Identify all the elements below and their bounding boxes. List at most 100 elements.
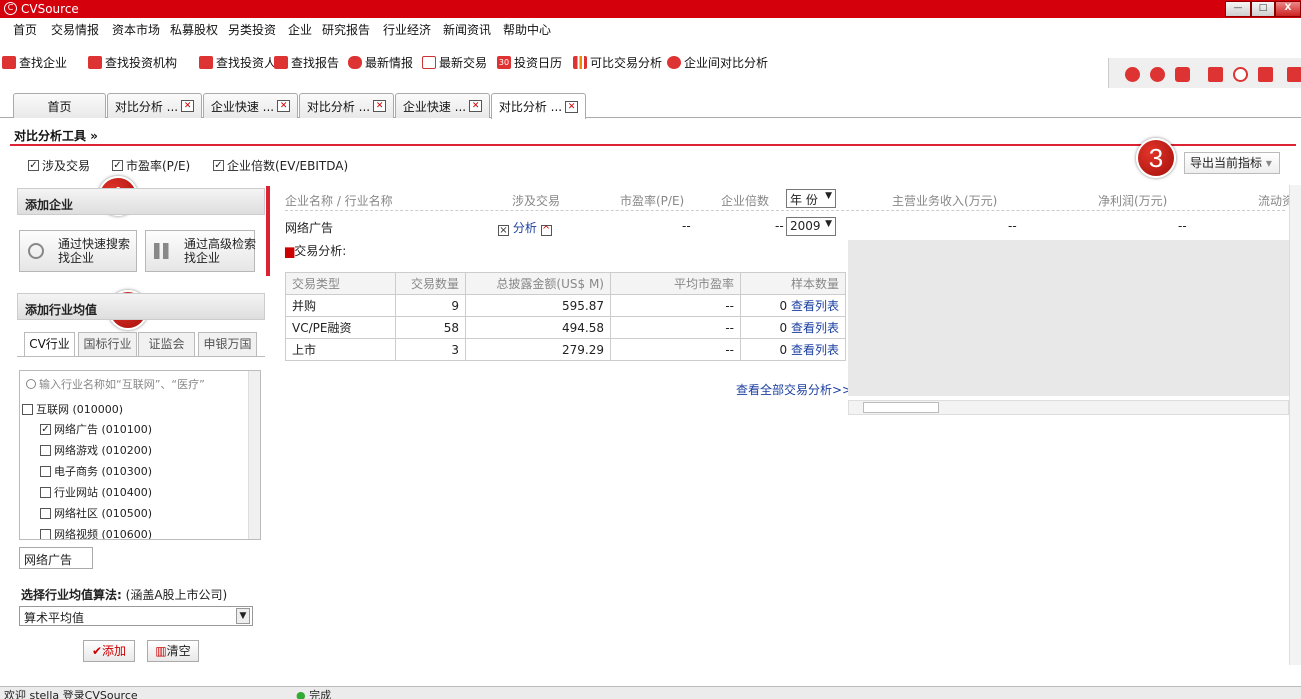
tab-quick-1[interactable]: 企业快速 ... ✕: [203, 93, 298, 118]
advanced-search-company-button[interactable]: 通过高级检索 找企业: [145, 230, 256, 272]
checkbox-checked[interactable]: ✓: [112, 160, 123, 171]
chart-line-icon: [422, 55, 436, 69]
collapse-handle[interactable]: [266, 186, 270, 276]
comparable-deals-button[interactable]: 可比交易分析: [573, 53, 662, 71]
tree-item[interactable]: 网络游戏 (010200): [40, 442, 152, 458]
search-icon[interactable]: [1233, 67, 1248, 82]
menu-alt[interactable]: 另类投资: [228, 21, 276, 38]
step-badge-3: 3: [1136, 138, 1176, 178]
year-select[interactable]: 年 份 ▼: [786, 189, 836, 208]
find-investor-org-icon: [88, 55, 102, 69]
tab-compare-2[interactable]: 对比分析 ... ✕: [299, 93, 394, 118]
export-indicators-button[interactable]: 导出当前指标 ▾: [1184, 152, 1280, 174]
up-arrow-icon[interactable]: [1287, 67, 1301, 82]
find-investor-button[interactable]: 查找投资人: [199, 53, 276, 71]
menu-pe[interactable]: 私募股权: [170, 21, 218, 38]
tree-item[interactable]: 网络视频 (010600): [40, 526, 152, 539]
checkbox-checked[interactable]: ✓: [213, 160, 224, 171]
selected-industry-field[interactable]: 网络广告: [19, 547, 93, 569]
tab-csrc[interactable]: 证监会: [138, 332, 195, 356]
tab-close-icon[interactable]: ✕: [469, 100, 483, 112]
tab-bar: 首页 对比分析 ... ✕ 企业快速 ... ✕ 对比分析 ... ✕ 企业快速 ..…: [0, 88, 1301, 119]
col-pe: 市盈率(P/E): [620, 194, 685, 208]
clear-button[interactable]: ▥清空: [147, 640, 199, 662]
tab-swsi[interactable]: 申银万国: [198, 332, 257, 356]
collapse-icon[interactable]: ^: [540, 225, 552, 236]
tab-compare-1[interactable]: 对比分析 ... ✕: [107, 93, 202, 118]
deal-analysis-label: ▆交易分析:: [285, 244, 347, 258]
check-ev-ebitda[interactable]: ✓ 企业倍数(EV/EBITDA): [213, 157, 348, 174]
tree-item[interactable]: 电子商务 (010300): [40, 463, 152, 479]
tree-item[interactable]: 网络社区 (010500): [40, 505, 152, 521]
tab-compare-active[interactable]: 对比分析 ... ✕: [491, 93, 586, 119]
menu-home[interactable]: 首页: [13, 21, 37, 38]
maximize-button[interactable]: □: [1251, 1, 1275, 17]
checkbox-checked[interactable]: ✓: [40, 423, 51, 435]
menu-help[interactable]: 帮助中心: [503, 21, 551, 38]
toolbar: 查找企业 查找投资机构 查找投资人 查找报告 最新情报 最新交易 30 投资日历…: [0, 38, 1301, 88]
view-list-link[interactable]: 查看列表: [791, 299, 839, 313]
check-pe[interactable]: ✓ 市盈率(P/E): [112, 157, 190, 174]
menu-company[interactable]: 企业: [288, 21, 312, 38]
window-title: CVSource: [21, 2, 79, 16]
find-company-button[interactable]: 查找企业: [2, 53, 67, 71]
chevron-down-icon: ▾: [1265, 156, 1272, 170]
welcome-text: 欢迎 stella 登录CVSource: [4, 689, 138, 699]
tree-item[interactable]: 行业网站 (010400): [40, 484, 152, 500]
menu-capital[interactable]: 资本市场: [112, 21, 160, 38]
menu-news[interactable]: 新闻资讯: [443, 21, 491, 38]
view-list-link[interactable]: 查看列表: [791, 321, 839, 335]
left-panel: 添加企业 通过快速搜索 找企业 通过高级检索 找企业 添加行业均值 CV行业 国标行…: [17, 186, 265, 666]
investment-calendar-button[interactable]: 30 投资日历: [497, 53, 562, 71]
tab-quick-2[interactable]: 企业快速 ... ✕: [395, 93, 490, 118]
trash-icon: ▥: [155, 644, 167, 658]
vertical-scrollbar[interactable]: [1289, 185, 1301, 665]
quick-search-company-button[interactable]: 通过快速搜索 找企业: [19, 230, 137, 272]
print-icon[interactable]: [1258, 67, 1273, 82]
tab-close-icon[interactable]: ✕: [181, 100, 195, 112]
view-all-deals-link[interactable]: 查看全部交易分析>>: [736, 381, 852, 398]
algo-select[interactable]: 算术平均值 ▼: [19, 606, 253, 626]
find-report-button[interactable]: 查找报告: [274, 53, 339, 71]
checkbox[interactable]: [40, 486, 51, 498]
tab-close-icon[interactable]: ✕: [277, 100, 291, 112]
checkbox[interactable]: [40, 507, 51, 519]
company-comparison-button[interactable]: 企业间对比分析: [667, 53, 768, 71]
tab-close-icon[interactable]: ✕: [565, 100, 579, 113]
close-button[interactable]: X: [1275, 1, 1301, 17]
scroll-thumb[interactable]: [863, 402, 939, 413]
check-deals[interactable]: ✓ 涉及交易: [28, 157, 90, 174]
latest-intel-button[interactable]: 最新情报: [348, 53, 413, 71]
find-investor-org-button[interactable]: 查找投资机构: [88, 53, 177, 71]
horizontal-scrollbar[interactable]: [848, 400, 1289, 415]
forward-icon[interactable]: [1150, 67, 1165, 82]
tree-scrollbar[interactable]: [248, 371, 260, 539]
tab-cv-industry[interactable]: CV行业: [24, 332, 75, 357]
industry-search-input[interactable]: 输入行业名称如“互联网”、“医疗”: [26, 376, 205, 392]
view-list-link[interactable]: 查看列表: [791, 343, 839, 357]
minimize-button[interactable]: —: [1225, 1, 1251, 17]
section-header: 对比分析工具 »: [10, 122, 1296, 146]
refresh-icon[interactable]: [1175, 67, 1190, 82]
menu-research[interactable]: 研究报告: [322, 21, 370, 38]
close-icon[interactable]: ×: [498, 225, 509, 236]
calculator-icon[interactable]: [1208, 67, 1223, 82]
industry-tree: 输入行业名称如“互联网”、“医疗” 互联网 (010000) ✓ 网络广告 (01…: [19, 370, 261, 540]
tree-item[interactable]: ✓ 网络广告 (010100): [40, 421, 152, 437]
checkbox-checked[interactable]: ✓: [28, 160, 39, 171]
checkbox[interactable]: [22, 403, 33, 415]
latest-deals-button[interactable]: 最新交易: [422, 53, 487, 71]
tab-home[interactable]: 首页: [13, 93, 106, 118]
menu-industry[interactable]: 行业经济: [383, 21, 431, 38]
add-button[interactable]: ✔添加: [83, 640, 135, 662]
tree-item[interactable]: 互联网 (010000): [22, 401, 123, 417]
menu-deals[interactable]: 交易情报: [51, 21, 99, 38]
checkbox[interactable]: [40, 465, 51, 477]
back-icon[interactable]: [1125, 67, 1140, 82]
tab-close-icon[interactable]: ✕: [373, 100, 387, 112]
checkbox[interactable]: [40, 528, 51, 539]
tab-gb-industry[interactable]: 国标行业: [78, 332, 137, 356]
checkbox[interactable]: [40, 444, 51, 456]
deal-analysis-toggle[interactable]: × 分析 ^: [498, 219, 552, 236]
year-select-row[interactable]: 2009 ▼: [786, 217, 836, 236]
